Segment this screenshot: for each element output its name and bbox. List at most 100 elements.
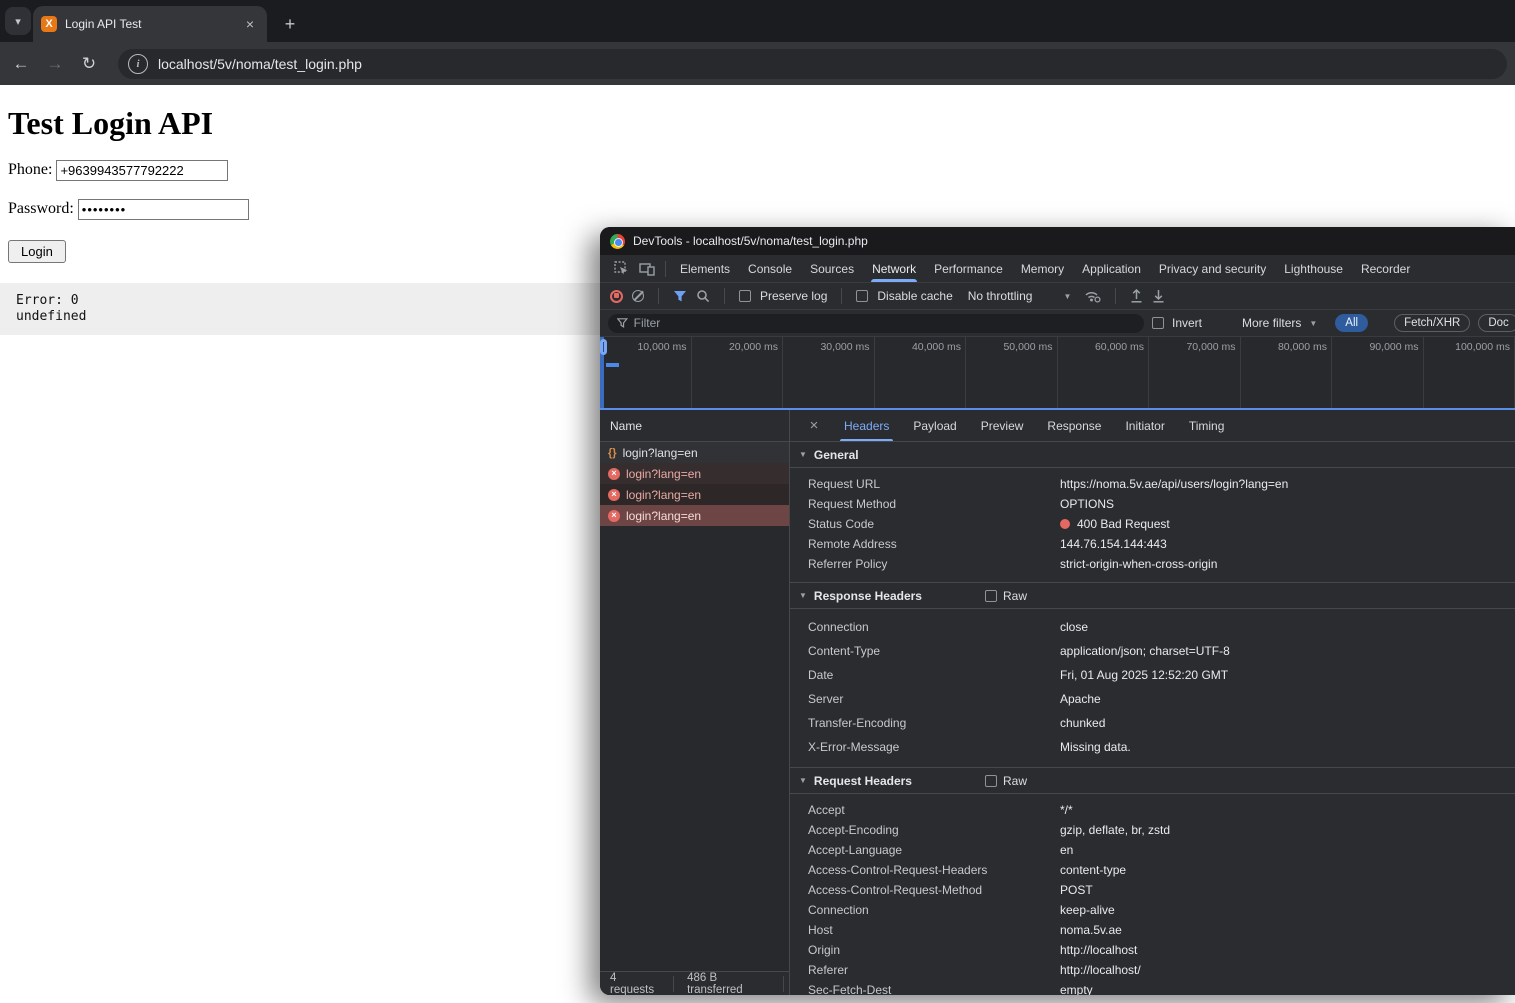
- raw-label: Raw: [1003, 774, 1027, 788]
- throttling-dropdown-icon[interactable]: ▼: [1063, 292, 1071, 301]
- tab-elements[interactable]: Elements: [671, 255, 739, 282]
- browser-tab[interactable]: X Login API Test ×: [33, 6, 267, 42]
- request-row-selected[interactable]: × login?lang=en: [600, 505, 789, 526]
- tab-console[interactable]: Console: [739, 255, 801, 282]
- timeline-tick: 70,000 ms: [1149, 337, 1241, 408]
- filter-chip-fetch-xhr[interactable]: Fetch/XHR: [1394, 314, 1470, 332]
- preserve-log-label: Preserve log: [760, 289, 827, 303]
- search-icon[interactable]: [696, 289, 710, 303]
- new-tab-button[interactable]: +: [276, 10, 304, 38]
- details-tab-headers[interactable]: Headers: [834, 410, 899, 441]
- inspect-element-icon[interactable]: [608, 255, 634, 282]
- divider: [841, 288, 842, 304]
- tab-network[interactable]: Network: [863, 255, 925, 282]
- header-row: Accept */*: [790, 800, 1515, 820]
- headers-detail-content: ▼ General Request URL https://noma.5v.ae…: [790, 442, 1515, 995]
- network-conditions-icon[interactable]: [1084, 289, 1101, 303]
- response-raw-checkbox[interactable]: [985, 590, 997, 602]
- preserve-log-checkbox[interactable]: [739, 290, 751, 302]
- device-toolbar-icon[interactable]: [634, 255, 660, 282]
- filter-funnel-icon[interactable]: [673, 290, 687, 303]
- password-row: Password:: [8, 199, 1515, 220]
- phone-label: Phone:: [8, 161, 52, 178]
- disable-cache-checkbox[interactable]: [856, 290, 868, 302]
- close-details-icon[interactable]: ×: [804, 417, 824, 434]
- tab-lighthouse[interactable]: Lighthouse: [1275, 255, 1352, 282]
- response-headers-section-header[interactable]: ▼ Response Headers Raw: [790, 583, 1515, 609]
- reload-button[interactable]: ↻: [72, 47, 106, 81]
- site-info-icon[interactable]: i: [128, 54, 148, 74]
- divider: [658, 288, 659, 304]
- header-row: Transfer-Encoding chunked: [790, 711, 1515, 735]
- request-count: 4 requests: [610, 972, 660, 996]
- password-field[interactable]: [78, 199, 249, 220]
- header-row: X-Error-Message Missing data.: [790, 735, 1515, 759]
- more-filters-button[interactable]: More filters: [1242, 316, 1301, 330]
- general-section-header[interactable]: ▼ General: [790, 442, 1515, 468]
- request-row[interactable]: × login?lang=en: [600, 484, 789, 505]
- header-row: Connection close: [790, 615, 1515, 639]
- invert-checkbox[interactable]: [1152, 317, 1164, 329]
- forward-button[interactable]: →: [38, 47, 72, 81]
- details-tab-response[interactable]: Response: [1037, 410, 1111, 441]
- timeline-tick: 100,000 ms: [1424, 337, 1515, 408]
- tab-privacy-security[interactable]: Privacy and security: [1150, 255, 1275, 282]
- tab-recorder[interactable]: Recorder: [1352, 255, 1419, 282]
- clear-network-log-icon[interactable]: [632, 290, 644, 302]
- header-row: Request URL https://noma.5v.ae/api/users…: [790, 474, 1515, 494]
- header-row: Referrer Policy strict-origin-when-cross…: [790, 554, 1515, 574]
- address-bar[interactable]: i localhost/5v/noma/test_login.php: [118, 49, 1507, 79]
- network-overview-timeline[interactable]: 10,000 ms 20,000 ms 30,000 ms 40,000 ms …: [600, 337, 1515, 410]
- password-label: Password:: [8, 200, 74, 217]
- overview-drag-handle[interactable]: [600, 339, 607, 355]
- general-section: ▼ General Request URL https://noma.5v.ae…: [790, 442, 1515, 582]
- request-row[interactable]: {} login?lang=en: [600, 442, 789, 463]
- details-tab-timing[interactable]: Timing: [1179, 410, 1235, 441]
- chevron-down-icon: ▾: [15, 15, 21, 28]
- timeline-tick: 20,000 ms: [692, 337, 784, 408]
- tab-performance[interactable]: Performance: [925, 255, 1012, 282]
- login-button[interactable]: Login: [8, 240, 66, 263]
- divider: [673, 976, 674, 992]
- import-har-icon[interactable]: [1130, 289, 1143, 303]
- request-headers-section-header[interactable]: ▼ Request Headers Raw: [790, 768, 1515, 794]
- name-column-header[interactable]: Name: [600, 410, 789, 442]
- details-tab-preview[interactable]: Preview: [971, 410, 1034, 441]
- record-network-log-icon[interactable]: [610, 290, 623, 303]
- response-headers-section: ▼ Response Headers Raw Connection close: [790, 582, 1515, 767]
- devtools-titlebar[interactable]: DevTools - localhost/5v/noma/test_login.…: [600, 227, 1515, 255]
- back-button[interactable]: ←: [4, 47, 38, 81]
- details-tab-payload[interactable]: Payload: [903, 410, 966, 441]
- filter-chip-all[interactable]: All: [1335, 314, 1368, 332]
- header-row: Sec-Fetch-Dest empty: [790, 980, 1515, 995]
- tab-sources[interactable]: Sources: [801, 255, 863, 282]
- more-filters-dropdown-icon: ▼: [1309, 319, 1317, 328]
- section-title: Request Headers: [814, 774, 912, 788]
- request-row[interactable]: × login?lang=en: [600, 463, 789, 484]
- timeline-tick: 60,000 ms: [1058, 337, 1150, 408]
- filter-input[interactable]: [634, 316, 1135, 330]
- export-har-icon[interactable]: [1152, 289, 1165, 303]
- header-row: Access-Control-Request-Method POST: [790, 880, 1515, 900]
- url-text[interactable]: localhost/5v/noma/test_login.php: [158, 56, 362, 72]
- details-tab-initiator[interactable]: Initiator: [1115, 410, 1174, 441]
- phone-field[interactable]: [56, 160, 228, 181]
- filter-chip-doc[interactable]: Doc: [1478, 314, 1515, 332]
- tab-close-icon[interactable]: ×: [241, 15, 259, 33]
- filter-input-wrap[interactable]: [608, 314, 1144, 333]
- plus-icon: +: [285, 14, 296, 35]
- request-raw-checkbox[interactable]: [985, 775, 997, 787]
- request-name: login?lang=en: [626, 488, 701, 502]
- browser-tab-strip: ▾ X Login API Test × +: [0, 0, 1515, 42]
- network-toolbar: Preserve log Disable cache No throttling…: [600, 283, 1515, 310]
- failed-request-icon: ×: [608, 510, 620, 522]
- section-title: Response Headers: [814, 589, 922, 603]
- tab-search-button[interactable]: ▾: [5, 7, 31, 35]
- tab-memory[interactable]: Memory: [1012, 255, 1073, 282]
- throttling-select[interactable]: No throttling: [968, 289, 1033, 303]
- header-row: Remote Address 144.76.154.144:443: [790, 534, 1515, 554]
- disclosure-triangle-icon: ▼: [799, 591, 807, 600]
- header-row: Date Fri, 01 Aug 2025 12:52:20 GMT: [790, 663, 1515, 687]
- divider: [783, 976, 784, 992]
- tab-application[interactable]: Application: [1073, 255, 1150, 282]
